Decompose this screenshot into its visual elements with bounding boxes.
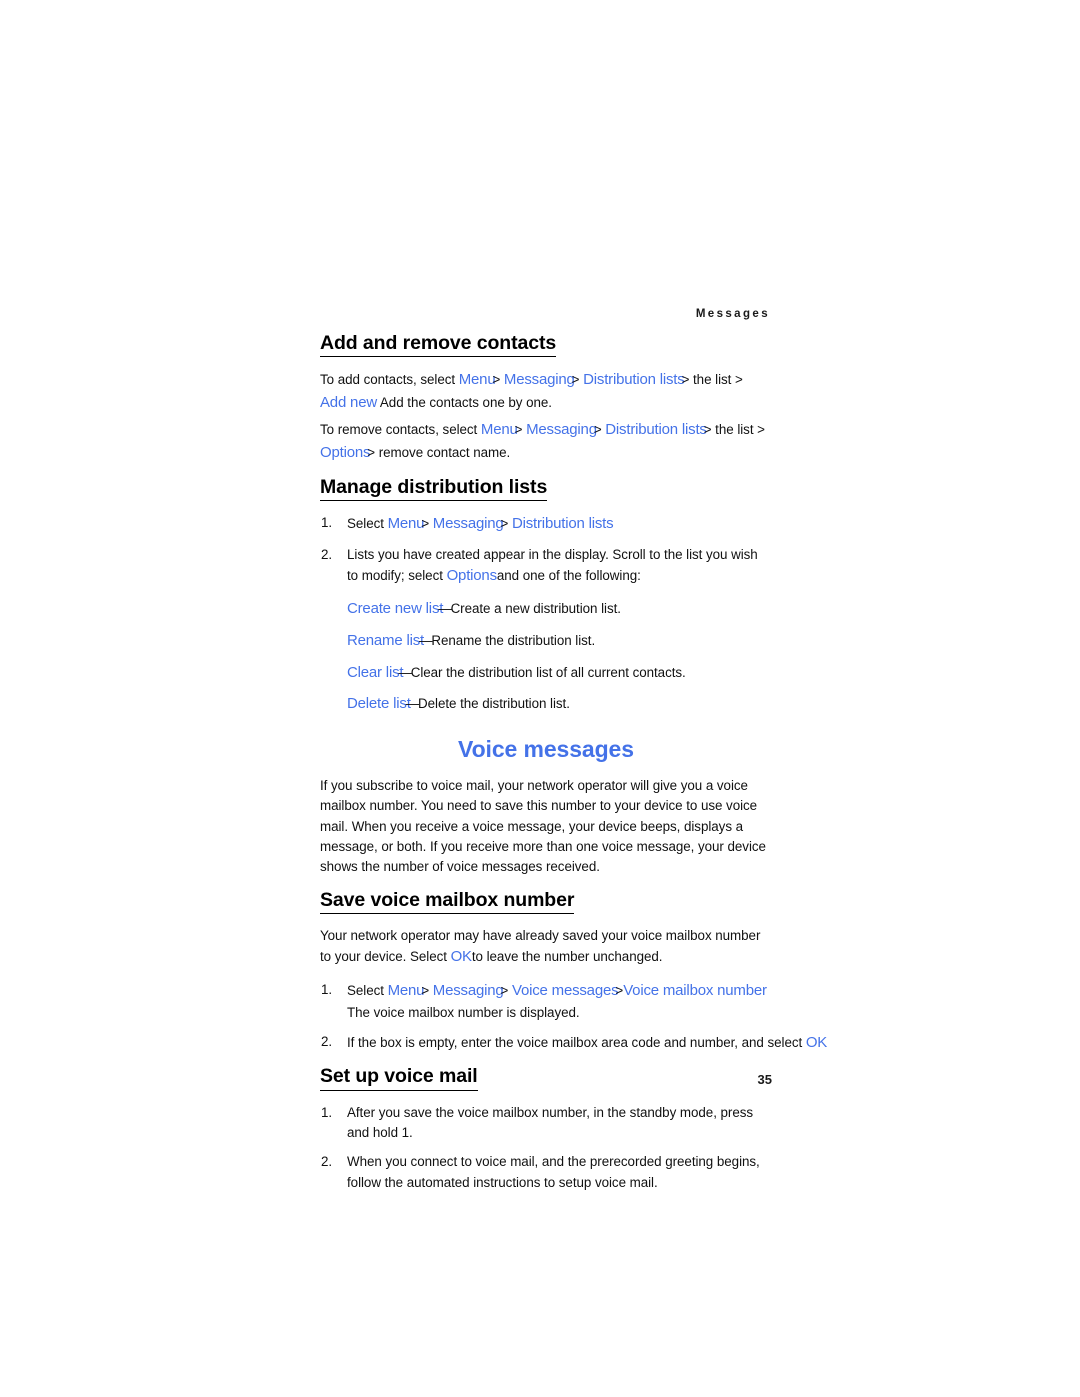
heading-manage-lists-wrap: Manage distribution lists (320, 476, 772, 508)
ui-term-messaging[interactable]: Messaging (433, 515, 504, 532)
manage-step2-tail: and one of the following: (496, 568, 641, 584)
heading-voice-messages: Voice messages (458, 736, 634, 763)
ui-term-menu[interactable]: Menu (459, 371, 496, 388)
separator-gt: > (593, 422, 602, 438)
paragraph-remove-contacts: To remove contacts, select Menu> Messagi… (320, 419, 772, 465)
steps-manage-lists: Select Menu> Messaging> Distribution lis… (320, 513, 772, 588)
option-clear-list: Clear list—Clear the distribution list o… (320, 662, 772, 685)
save-step1-lead: Select (347, 983, 388, 999)
ui-term-messaging[interactable]: Messaging (526, 421, 597, 438)
heading-voice-messages-wrap: Voice messages (320, 736, 772, 764)
separator-gt: > (421, 983, 430, 999)
ui-term-options[interactable]: Options (447, 567, 497, 584)
separator-gt: > (571, 372, 580, 388)
ui-term-add-new[interactable]: Add new (320, 394, 377, 411)
remove-contacts-tail: remove contact name. (375, 444, 511, 460)
heading-add-remove-contacts: Add and remove contacts (320, 332, 556, 358)
ui-term-distribution-lists[interactable]: Distribution lists (583, 371, 685, 388)
paragraph-voice-messages-intro: If you subscribe to voice mail, your net… (320, 777, 766, 875)
list-item: If the box is empty, enter the voice mai… (320, 1032, 827, 1055)
steps-save-mailbox: Select Menu> Messaging> Voice messages>V… (320, 980, 827, 1055)
ui-term-voice-messages[interactable]: Voice messages (512, 982, 619, 999)
list-item: After you save the voice mailbox number,… (321, 1103, 754, 1141)
save-step1-tail: The voice mailbox number is displayed. (347, 1005, 580, 1021)
heading-manage-distribution-lists: Manage distribution lists (320, 476, 547, 502)
remove-contacts-lead: To remove contacts, select (320, 422, 481, 438)
paragraph-save-mailbox-intro: Your network operator may have already s… (320, 926, 772, 969)
page-number: 35 (757, 1072, 772, 1087)
remove-contacts-mid: the list > (711, 422, 765, 438)
document-page: Messages Add and remove contacts To add … (0, 0, 1080, 1397)
ui-term-voice-mailbox-number[interactable]: Voice mailbox number (623, 982, 767, 999)
separator-gt: > (703, 422, 712, 438)
save-mailbox-intro-tail: to leave the number unchanged. (471, 949, 663, 965)
manage-step1-lead: Select (347, 516, 388, 532)
ui-term-options[interactable]: Options (320, 444, 370, 461)
ui-term-distribution-lists[interactable]: Distribution lists (512, 515, 614, 532)
option-delete-list-desc: Delete the distribution list. (418, 696, 570, 712)
option-rename-list-desc: Rename the distribution list. (431, 632, 596, 648)
ui-term-distribution-lists[interactable]: Distribution lists (605, 421, 707, 438)
separator-gt: > (421, 516, 430, 532)
separator-gt: > (500, 983, 509, 999)
ui-term-menu[interactable]: Menu (388, 515, 425, 532)
running-header: Messages (695, 308, 770, 320)
option-rename-list: Rename list—Rename the distribution list… (320, 630, 772, 653)
add-contacts-tail: Add the contacts one by one. (379, 395, 552, 411)
list-item: When you connect to voice mail, and the … (321, 1152, 760, 1190)
save-step2-lead: If the box is empty, enter the voice mai… (347, 1035, 806, 1051)
ui-term-rename-list[interactable]: Rename list (347, 632, 424, 649)
add-contacts-mid: the list > (689, 372, 743, 388)
ui-term-menu[interactable]: Menu (481, 421, 518, 438)
list-item: Lists you have created appear in the dis… (320, 545, 772, 588)
ui-term-messaging[interactable]: Messaging (433, 982, 504, 999)
add-contacts-lead: To add contacts, select (320, 372, 459, 388)
steps-setup-voicemail: After you save the voice mailbox number,… (320, 1103, 772, 1194)
separator-gt: > (500, 516, 509, 532)
ui-term-ok[interactable]: OK (806, 1034, 827, 1051)
heading-save-mailbox-wrap: Save voice mailbox number (320, 889, 772, 921)
separator-dash: — (405, 696, 420, 712)
option-create-new-list: Create new list—Create a new distributio… (320, 598, 772, 621)
separator-dash: — (438, 601, 452, 616)
list-item: Select Menu> Messaging> Voice messages>V… (320, 980, 772, 1023)
option-create-new-list-desc: Create a new distribution list. (450, 601, 621, 616)
option-delete-list: Delete list—Delete the distribution list… (320, 693, 772, 716)
ui-term-menu[interactable]: Menu (388, 982, 425, 999)
list-item: Select Menu> Messaging> Distribution lis… (320, 513, 772, 536)
separator-gt: > (367, 444, 376, 460)
separator-gt: > (514, 422, 523, 438)
option-clear-list-desc: Clear the distribution list of all curre… (410, 664, 686, 680)
ui-term-clear-list[interactable]: Clear list (347, 664, 404, 681)
ui-term-ok[interactable]: OK (451, 948, 472, 965)
heading-save-voice-mailbox-number: Save voice mailbox number (320, 889, 574, 915)
separator-dash: — (398, 664, 412, 680)
ui-term-create-new-list[interactable]: Create new list (347, 600, 443, 617)
paragraph-add-contacts: To add contacts, select Menu> Messaging>… (320, 369, 772, 415)
separator-gt: > (492, 372, 501, 388)
ui-term-messaging[interactable]: Messaging (504, 371, 575, 388)
ui-term-delete-list[interactable]: Delete list (347, 695, 411, 712)
heading-add-remove-contacts-wrap: Add and remove contacts (320, 332, 772, 364)
